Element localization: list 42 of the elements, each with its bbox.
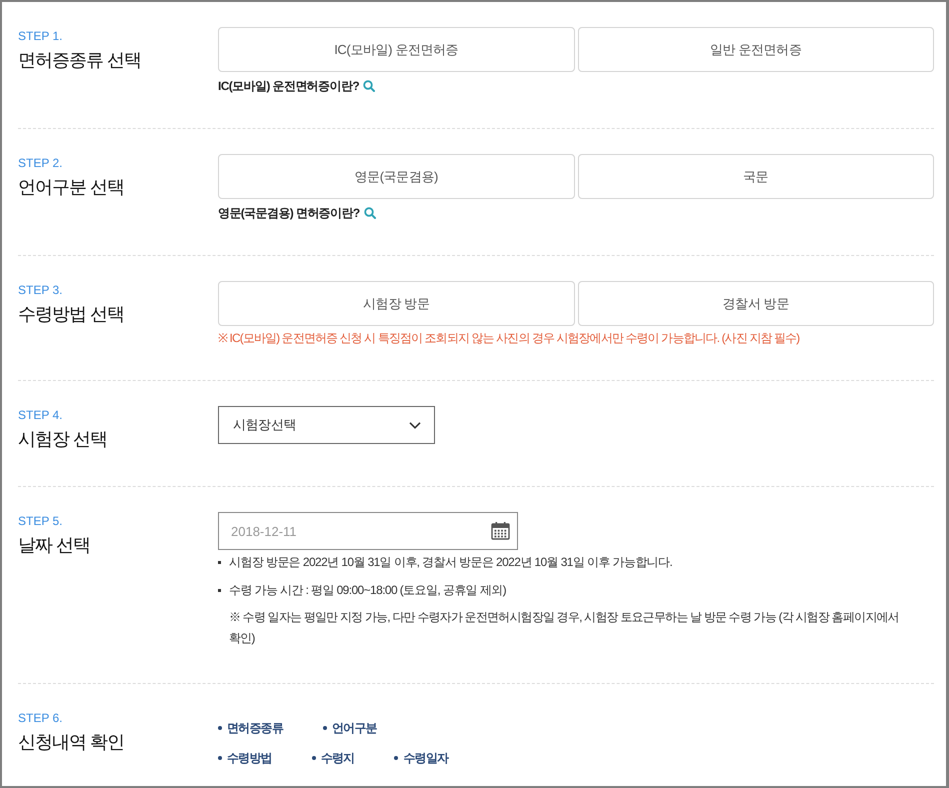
- summary-label: 수령일자: [403, 750, 448, 767]
- note-text: 시험장 방문은 2022년 10월 31일 이후, 경찰서 방문은 2022년 10월 31일 이후 가능합니다.: [229, 554, 672, 571]
- info-link[interactable]: 영문(국문겸용) 면허증이란?: [218, 205, 376, 221]
- option-button[interactable]: 일반 운전면허증: [578, 27, 934, 72]
- step-title: 신청내역 확인: [18, 731, 124, 754]
- step-label: STEP 1.: [18, 28, 62, 44]
- option-button[interactable]: 국문: [578, 154, 934, 199]
- bullet-icon: [218, 560, 221, 564]
- option-button[interactable]: 영문(국문겸용): [218, 154, 574, 199]
- bullet-icon: [218, 726, 222, 730]
- info-link[interactable]: IC(모바일) 운전면허증이란?: [218, 78, 376, 94]
- bullet-icon: [312, 756, 316, 760]
- summary-label: 수령방법: [227, 750, 272, 767]
- summary-label: 면허증종류: [227, 720, 284, 737]
- bullet-icon: [323, 726, 328, 730]
- step-title: 면허증종류 선택: [18, 49, 142, 72]
- step-title: 언어구분 선택: [18, 176, 124, 199]
- step-label: STEP 3.: [18, 282, 62, 298]
- step-title: 날짜 선택: [18, 534, 90, 557]
- bullet-icon: [394, 756, 398, 760]
- calendar-icon[interactable]: [491, 522, 510, 540]
- warning-text: ※ IC(모바일) 운전면허증 신청 시 특징점이 조회되지 않는 사진의 경우 시험장에서만 수령이 가능합니다. (사진 지참 필수): [218, 330, 800, 346]
- step-label: STEP 4.: [18, 407, 62, 423]
- summary-label: 수령지: [320, 750, 354, 767]
- step-label: STEP 5.: [18, 513, 62, 529]
- bullet-icon: [218, 588, 221, 592]
- summary-label: 언어구분: [332, 720, 377, 737]
- bullet-icon: [218, 756, 222, 760]
- step-label: STEP 2.: [18, 155, 62, 171]
- chevron-down-icon: [409, 422, 421, 428]
- date-field[interactable]: 2018-12-11: [218, 512, 518, 550]
- dropdown[interactable]: 시험장선택: [218, 406, 435, 444]
- step-title: 시험장 선택: [18, 428, 108, 451]
- option-button[interactable]: IC(모바일) 운전면허증: [218, 27, 574, 72]
- search-icon: [363, 80, 376, 92]
- note-text: 수령 가능 시간 : 평일 09:00~18:00 (토요일, 공휴일 제외): [229, 582, 506, 599]
- step-title: 수령방법 선택: [18, 303, 124, 326]
- search-icon: [364, 207, 376, 219]
- remark-text: ※ 수령 일자는 평일만 지정 가능, 다만 수령자가 운전면허시험장일 경우, 시험장 토요근무하는 날 방문 수령 가능 (각 시험장 홈페이지에서 확인): [228, 609, 900, 647]
- option-button[interactable]: 경찰서 방문: [578, 281, 934, 326]
- step-label: STEP 6.: [18, 710, 62, 726]
- option-button[interactable]: 시험장 방문: [218, 281, 574, 326]
